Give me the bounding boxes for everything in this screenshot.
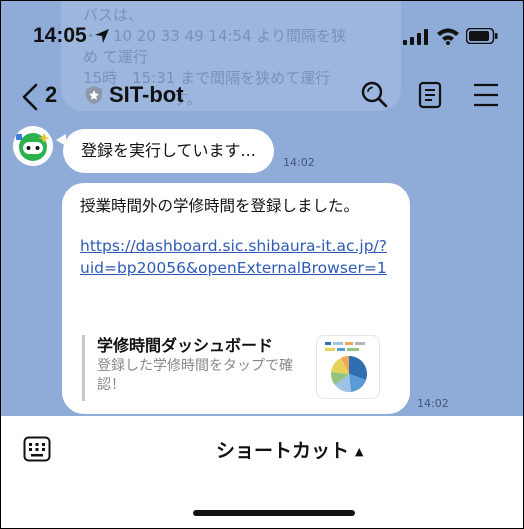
cellular-signal-icon: [403, 29, 429, 49]
message-timestamp: 14:02: [417, 397, 449, 410]
location-arrow-icon: [93, 27, 111, 49]
shortcut-label: ショートカット: [216, 440, 350, 462]
message-bubble[interactable]: 登録を実行しています...: [63, 129, 274, 173]
unread-count[interactable]: 2: [45, 82, 57, 108]
chevron-left-icon[interactable]: [21, 83, 39, 115]
chat-screen: バスは、 ・ 10 20 33 49 14:54 より間隔を狭 め て運行 15…: [0, 0, 524, 529]
wifi-icon: [436, 27, 460, 49]
caret-up-icon: ▲: [355, 445, 364, 458]
search-icon[interactable]: [360, 80, 388, 112]
link-preview-card[interactable]: 学修時間ダッシュボード 登録した学修時間をタップで確認！: [82, 335, 394, 401]
bot-avatar[interactable]: [13, 126, 53, 166]
bottom-bar: ショートカット ▲: [1, 416, 523, 528]
shortcut-toggle[interactable]: ショートカット ▲: [216, 436, 363, 463]
chat-header: 2 SIT-bot: [1, 71, 523, 121]
keyboard-icon[interactable]: [23, 436, 51, 466]
menu-icon[interactable]: [473, 83, 499, 111]
home-indicator[interactable]: [193, 510, 355, 516]
message-text: 授業時間外の学修時間を登録しました。: [80, 197, 360, 215]
preview-thumbnail: [316, 335, 380, 399]
notes-icon[interactable]: [418, 81, 442, 113]
status-bar: 14:05: [1, 1, 523, 63]
message-timestamp: 14:02: [283, 156, 315, 169]
message-bubble[interactable]: 授業時間外の学修時間を登録しました。 https://dashboard.sic…: [62, 183, 410, 414]
dashboard-link[interactable]: https://dashboard.sic.shibaura-it.ac.jp/…: [80, 235, 390, 279]
battery-icon: [465, 27, 498, 48]
chat-title: SIT-bot: [109, 82, 184, 107]
preview-description: 登録した学修時間をタップで確認！: [97, 358, 293, 393]
shield-icon: [85, 85, 103, 109]
status-time: 14:05: [33, 24, 87, 47]
message-text: 登録を実行しています...: [81, 141, 256, 160]
